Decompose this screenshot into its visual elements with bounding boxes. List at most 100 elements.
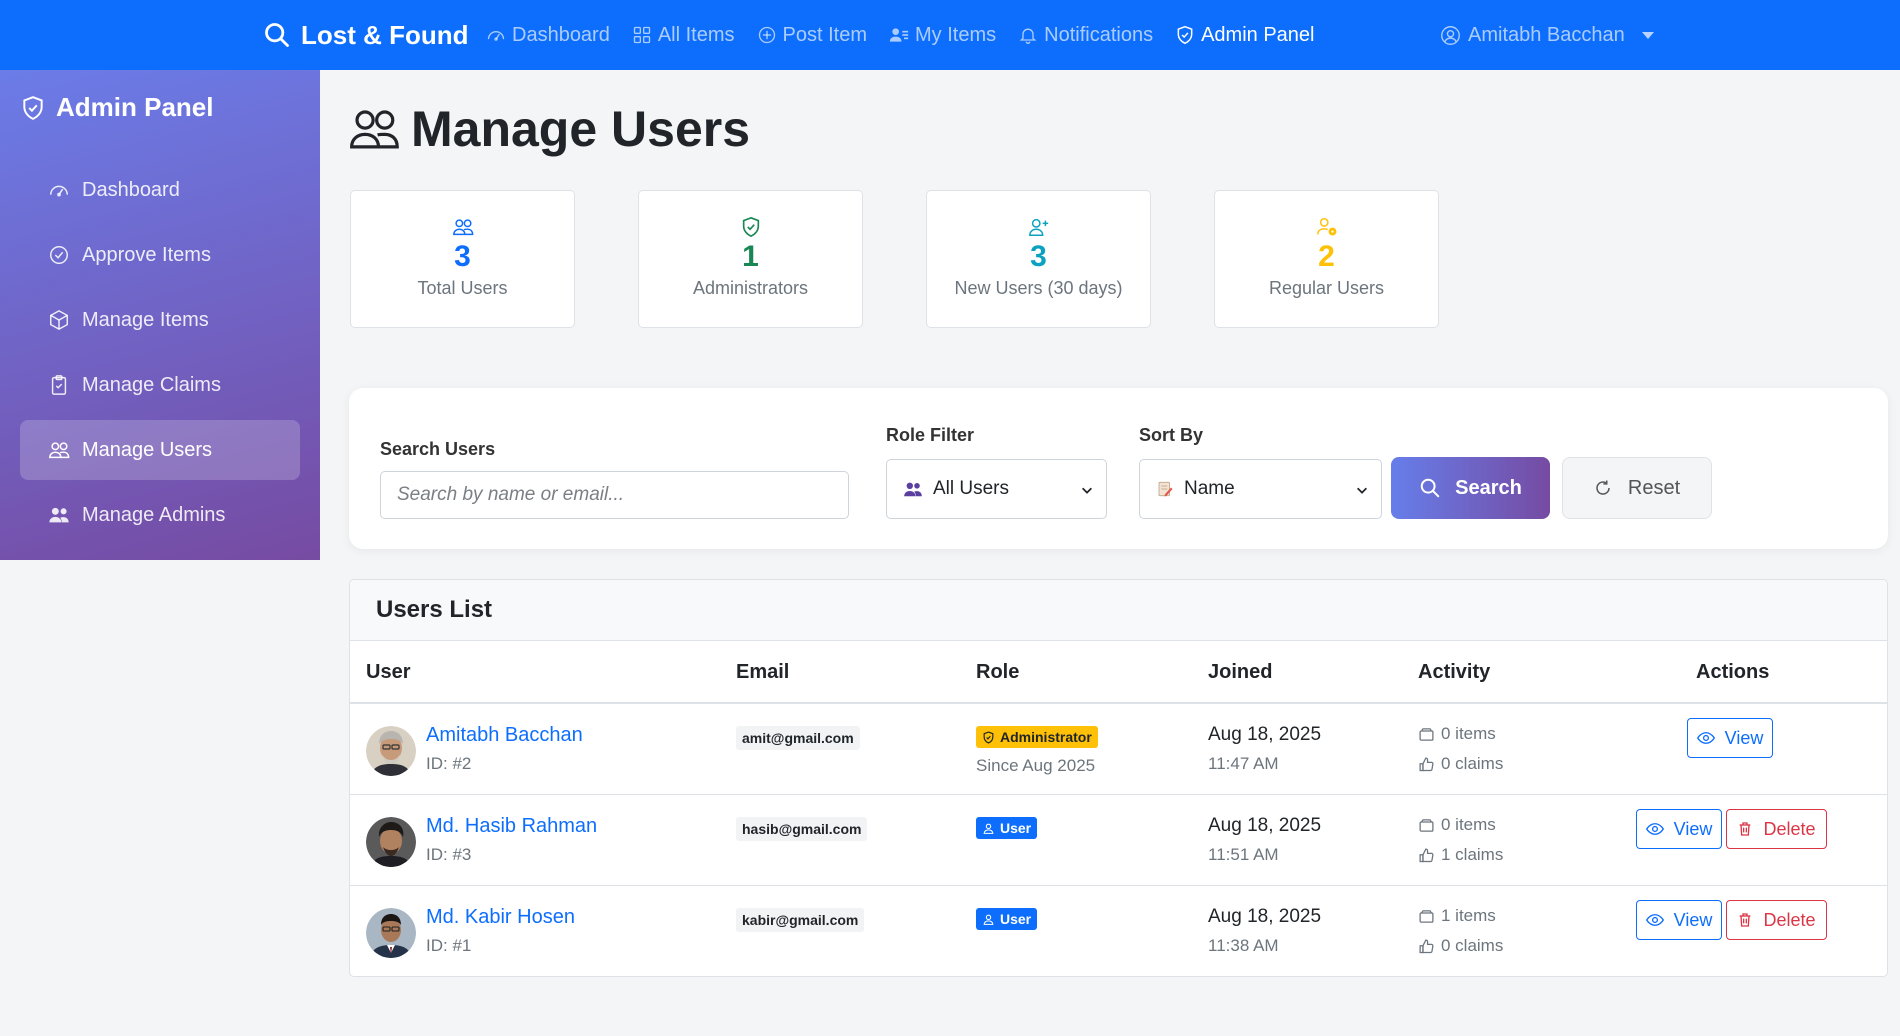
nav-admin-panel-label: Admin Panel bbox=[1201, 23, 1315, 46]
activity-claims: 1 claims bbox=[1418, 845, 1503, 865]
stat-label: Total Users bbox=[417, 278, 508, 298]
box-icon bbox=[1419, 818, 1434, 832]
sidebar-item-label: Manage Users bbox=[82, 438, 213, 461]
check-circle-icon bbox=[50, 246, 68, 264]
view-user-button[interactable]: View bbox=[1636, 900, 1722, 940]
nav-dashboard[interactable]: Dashboard bbox=[486, 24, 610, 47]
people-fill-icon bbox=[49, 507, 69, 523]
sidebar-title-text: Admin Panel bbox=[56, 92, 214, 122]
user-name-link[interactable]: Amitabh Bacchan bbox=[426, 724, 583, 747]
sidebar-item-manage-admins[interactable]: Manage Admins bbox=[20, 485, 300, 545]
joined-time: 11:51 AM bbox=[1208, 845, 1279, 864]
brand-link[interactable]: Lost & Found bbox=[263, 0, 469, 70]
shield-check-icon bbox=[742, 216, 759, 238]
people-icon bbox=[350, 110, 399, 149]
nav-all-items[interactable]: All Items bbox=[632, 24, 735, 47]
view-button-label: View bbox=[1724, 727, 1764, 748]
nav-dashboard-label: Dashboard bbox=[512, 23, 610, 46]
users-list-title: Users List bbox=[350, 580, 1887, 641]
person-circle-icon bbox=[1441, 25, 1460, 45]
person-lines-icon bbox=[889, 28, 909, 42]
view-user-button[interactable]: View bbox=[1636, 809, 1722, 849]
col-header-actions: Actions bbox=[1696, 661, 1770, 683]
delete-button-label: Delete bbox=[1763, 818, 1816, 839]
avatar bbox=[366, 726, 416, 776]
stat-value: 2 bbox=[1318, 240, 1335, 273]
sidebar-item-manage-users[interactable]: Manage Users bbox=[20, 420, 300, 480]
stat-card-total-users: 3 Total Users bbox=[350, 190, 575, 328]
role-badge: Administrator bbox=[976, 726, 1098, 748]
shield-icon bbox=[23, 95, 43, 120]
table-row: Md. Hasib Rahman ID: #3 hasib@gmail.com … bbox=[350, 795, 1887, 886]
admin-sidebar: Admin Panel Dashboard Approve Items Mana… bbox=[0, 70, 320, 560]
grid-icon bbox=[633, 26, 651, 44]
box-icon bbox=[1419, 909, 1434, 923]
stat-card-new-users: 3 New Users (30 days) bbox=[926, 190, 1151, 328]
avatar bbox=[366, 908, 416, 958]
view-user-button[interactable]: View bbox=[1687, 718, 1773, 758]
joined-time: 11:47 AM bbox=[1208, 754, 1279, 773]
hand-thumbs-up-icon bbox=[1419, 756, 1434, 771]
stat-card-regular-users: 2 Regular Users bbox=[1214, 190, 1439, 328]
col-header-joined: Joined bbox=[1208, 661, 1273, 683]
sidebar-item-manage-items[interactable]: Manage Items bbox=[20, 290, 300, 350]
search-button[interactable]: Search bbox=[1391, 457, 1550, 519]
delete-user-button[interactable]: Delete bbox=[1726, 900, 1827, 940]
hand-thumbs-up-icon bbox=[1419, 847, 1434, 862]
sidebar-item-dashboard[interactable]: Dashboard bbox=[20, 160, 300, 220]
box-icon bbox=[50, 309, 68, 331]
sort-by-value: Name bbox=[1184, 478, 1235, 499]
trash-icon bbox=[1740, 822, 1751, 836]
nav-my-items-label: My Items bbox=[915, 23, 997, 46]
stat-label: Administrators bbox=[692, 278, 809, 298]
refresh-icon bbox=[1596, 480, 1610, 495]
person-icon bbox=[983, 914, 994, 925]
nav-notifications[interactable]: Notifications bbox=[1018, 24, 1153, 47]
clipboard-check-icon bbox=[51, 375, 67, 395]
search-input[interactable]: Search by name or email... bbox=[380, 471, 849, 519]
box-icon bbox=[1419, 727, 1434, 741]
user-id: ID: #2 bbox=[426, 754, 472, 773]
activity-items-text: 0 items bbox=[1441, 724, 1496, 743]
nav-notifications-label: Notifications bbox=[1044, 23, 1154, 46]
users-list-card: Users List User Email Role Joined Activi… bbox=[349, 579, 1888, 977]
sidebar-item-label: Manage Items bbox=[82, 308, 209, 331]
speedometer-icon bbox=[487, 31, 505, 41]
view-button-label: View bbox=[1673, 909, 1713, 930]
activity-claims-text: 0 claims bbox=[1441, 936, 1504, 955]
user-dropdown[interactable]: Amitabh Bacchan bbox=[1440, 0, 1654, 70]
user-name-link[interactable]: Md. Hasib Rahman bbox=[426, 815, 597, 838]
sidebar-item-label: Dashboard bbox=[82, 178, 180, 201]
person-plus-icon bbox=[1028, 218, 1048, 236]
activity-claims-text: 1 claims bbox=[1441, 845, 1504, 864]
user-id: ID: #3 bbox=[426, 845, 472, 864]
delete-user-button[interactable]: Delete bbox=[1726, 809, 1827, 849]
stat-value: 3 bbox=[1030, 240, 1047, 273]
memo-icon bbox=[1158, 481, 1173, 497]
sidebar-item-manage-claims[interactable]: Manage Claims bbox=[20, 355, 300, 415]
search-icon bbox=[1420, 478, 1440, 498]
nav-my-items[interactable]: My Items bbox=[889, 24, 996, 47]
activity-claims: 0 claims bbox=[1418, 936, 1503, 956]
activity-items: 0 items bbox=[1418, 724, 1496, 744]
eye-icon bbox=[1696, 732, 1715, 744]
nav-admin-panel[interactable]: Admin Panel bbox=[1175, 24, 1314, 47]
reset-button-label: Reset bbox=[1627, 476, 1681, 499]
eye-icon bbox=[1645, 914, 1664, 926]
joined-date: Aug 18, 2025 bbox=[1208, 906, 1322, 927]
caret-down-icon bbox=[1641, 31, 1654, 39]
delete-button-label: Delete bbox=[1763, 909, 1816, 930]
sidebar-item-label: Approve Items bbox=[82, 243, 211, 266]
reset-button[interactable]: Reset bbox=[1562, 457, 1712, 519]
table-row: Amitabh Bacchan ID: #2 amit@gmail.com Ad… bbox=[350, 704, 1887, 795]
user-name-link[interactable]: Md. Kabir Hosen bbox=[426, 906, 575, 929]
role-filter-select[interactable]: All Users bbox=[886, 459, 1107, 519]
stat-value: 3 bbox=[454, 240, 471, 273]
sidebar-item-approve-items[interactable]: Approve Items bbox=[20, 225, 300, 285]
role-since: Since Aug 2025 bbox=[976, 756, 1096, 775]
people-icon bbox=[452, 219, 473, 236]
sort-by-select[interactable]: Name bbox=[1139, 459, 1382, 519]
filter-panel: Search Users Search by name or email... … bbox=[349, 388, 1888, 549]
nav-post-item[interactable]: Post Item bbox=[757, 24, 867, 47]
stat-label: New Users (30 days) bbox=[954, 278, 1123, 298]
